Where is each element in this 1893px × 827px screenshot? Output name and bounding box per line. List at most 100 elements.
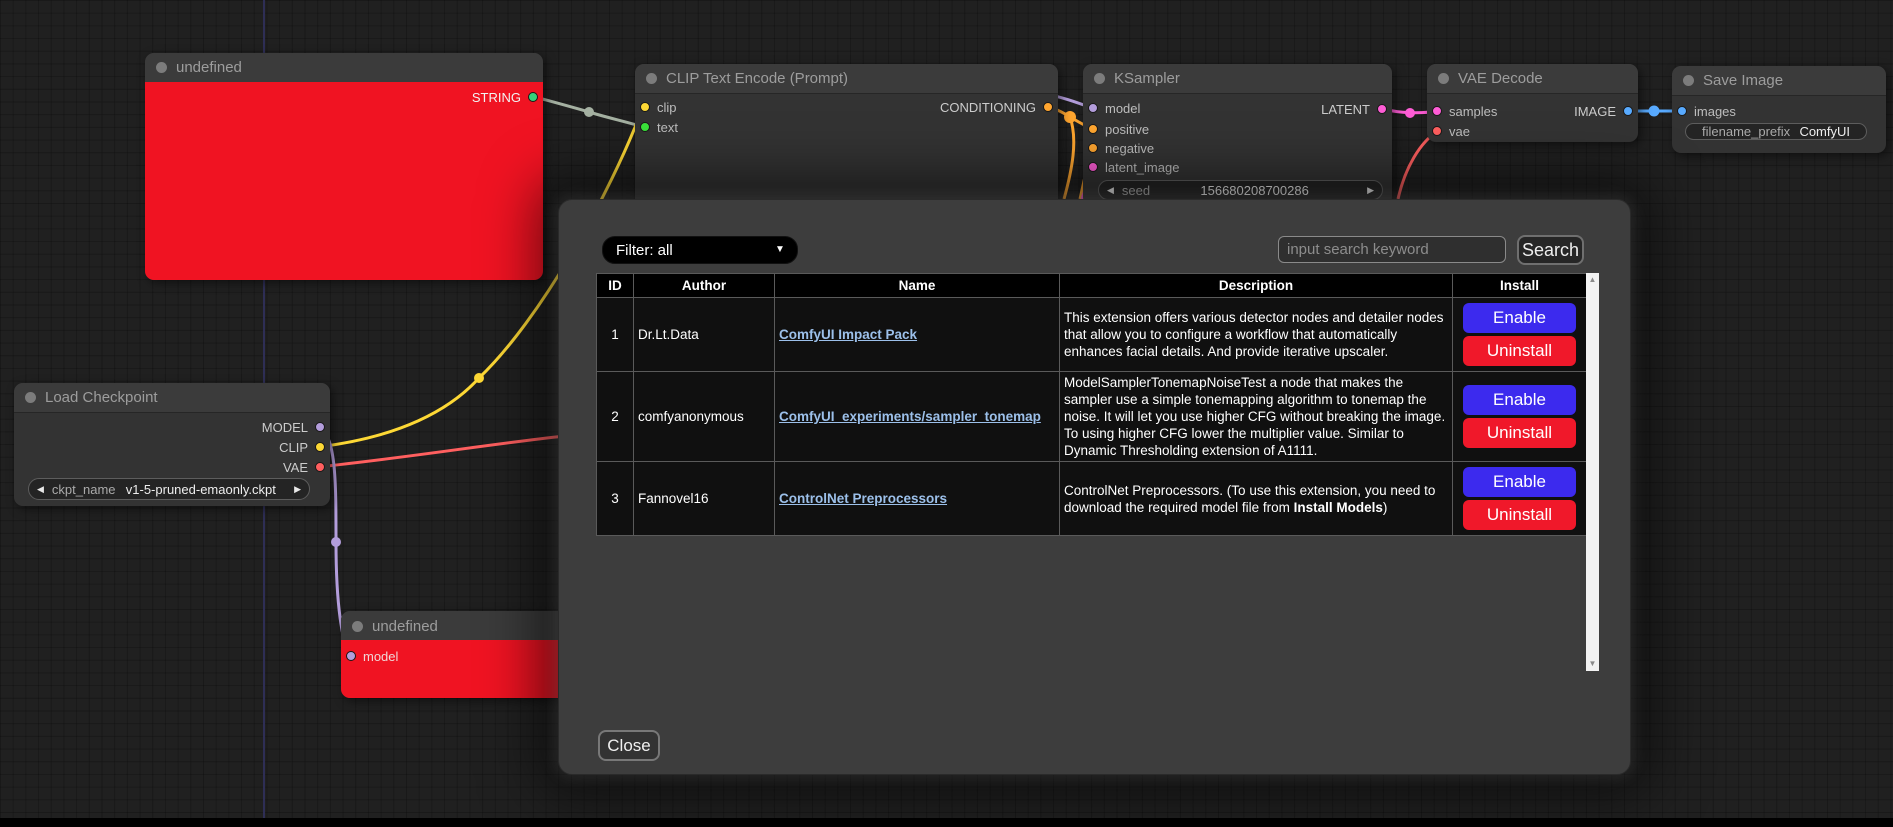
node-save-image[interactable]: Save Image images filename_prefix ComfyU…	[1672, 66, 1886, 153]
output-port-model[interactable]: MODEL	[262, 418, 325, 436]
output-port-latent[interactable]: LATENT	[1321, 100, 1387, 118]
port-dot-icon[interactable]	[315, 462, 325, 472]
node-header[interactable]: KSampler	[1083, 64, 1392, 94]
filter-select[interactable]: Filter: all	[602, 236, 798, 264]
extension-author: Dr.Lt.Data	[634, 298, 775, 372]
next-icon[interactable]: ▶	[286, 484, 309, 495]
port-dot-icon[interactable]	[640, 102, 650, 112]
port-dot-icon[interactable]	[528, 92, 538, 102]
node-title: CLIP Text Encode (Prompt)	[666, 70, 848, 87]
input-port-negative[interactable]: negative	[1088, 139, 1154, 157]
output-port-image[interactable]: IMAGE	[1574, 102, 1633, 120]
port-dot-icon[interactable]	[1677, 106, 1687, 116]
extension-link[interactable]: ComfyUI Impact Pack	[779, 327, 917, 342]
enable-button[interactable]: Enable	[1463, 303, 1576, 333]
node-ksampler[interactable]: KSampler model positive negative latent_…	[1083, 64, 1392, 206]
node-header[interactable]: CLIP Text Encode (Prompt)	[635, 64, 1058, 94]
column-header-id: ID	[597, 274, 634, 298]
node-vae-decode[interactable]: VAE Decode samples vae IMAGE	[1427, 64, 1638, 142]
extension-description: ControlNet Preprocessors. (To use this e…	[1060, 462, 1453, 536]
search-input[interactable]	[1278, 236, 1506, 263]
search-button[interactable]: Search	[1517, 235, 1584, 265]
widget-value[interactable]: v1-5-pruned-emaonly.ckpt	[116, 482, 287, 497]
increment-icon[interactable]: ▶	[1359, 185, 1382, 196]
collapse-dot-icon[interactable]	[1683, 75, 1694, 86]
collapse-dot-icon[interactable]	[646, 73, 657, 84]
extension-description: ModelSamplerTonemapNoiseTest a node that…	[1060, 372, 1453, 462]
node-undefined-bottom[interactable]: undefined model	[341, 611, 569, 698]
input-port-latent-image[interactable]: latent_image	[1088, 158, 1179, 176]
widget-value[interactable]: ComfyUI	[1799, 124, 1850, 139]
input-port-positive[interactable]: positive	[1088, 120, 1149, 138]
input-port-samples[interactable]: samples	[1432, 102, 1497, 120]
port-dot-icon[interactable]	[640, 122, 650, 132]
scrollbar-down-icon[interactable]: ▼	[1586, 659, 1599, 669]
node-title: Save Image	[1703, 72, 1783, 89]
node-header[interactable]: undefined	[341, 611, 569, 642]
port-dot-icon[interactable]	[346, 651, 356, 661]
port-dot-icon[interactable]	[1623, 106, 1633, 116]
extension-link[interactable]: ComfyUI_experiments/sampler_tonemap	[779, 409, 1041, 424]
widget-value[interactable]: 156680208700286	[1150, 183, 1359, 198]
collapse-dot-icon[interactable]	[352, 621, 363, 632]
input-port-clip[interactable]: clip	[640, 98, 677, 116]
output-port-string[interactable]: STRING	[472, 88, 538, 106]
port-dot-icon[interactable]	[1088, 124, 1098, 134]
enable-button[interactable]: Enable	[1463, 467, 1576, 497]
port-dot-icon[interactable]	[1088, 162, 1098, 172]
input-port-model[interactable]: model	[346, 647, 398, 665]
port-dot-icon[interactable]	[1088, 103, 1098, 113]
node-header[interactable]: VAE Decode	[1427, 64, 1638, 94]
port-dot-icon[interactable]	[1377, 104, 1387, 114]
install-cell: EnableUninstall	[1453, 462, 1587, 536]
uninstall-button[interactable]: Uninstall	[1463, 336, 1576, 366]
input-port-vae[interactable]: vae	[1432, 122, 1470, 140]
node-body	[145, 82, 543, 280]
decrement-icon[interactable]: ◀	[1099, 185, 1122, 196]
widget-name: seed	[1122, 183, 1150, 198]
extension-table-container: ID Author Name Description Install 1Dr.L…	[596, 273, 1599, 671]
output-port-clip[interactable]: CLIP	[279, 438, 325, 456]
port-dot-icon[interactable]	[1088, 143, 1098, 153]
close-button[interactable]: Close	[598, 730, 660, 761]
port-dot-icon[interactable]	[1432, 106, 1442, 116]
output-port-conditioning[interactable]: CONDITIONING	[940, 98, 1053, 116]
node-load-checkpoint[interactable]: Load Checkpoint MODEL CLIP VAE ◀ ckpt_na…	[14, 383, 330, 506]
previous-icon[interactable]: ◀	[29, 484, 52, 495]
scrollbar-up-icon[interactable]: ▲	[1586, 275, 1599, 285]
input-port-text[interactable]: text	[640, 118, 678, 136]
install-cell: EnableUninstall	[1453, 372, 1587, 462]
table-row: 1Dr.Lt.DataComfyUI Impact PackThis exten…	[597, 298, 1587, 372]
uninstall-button[interactable]: Uninstall	[1463, 418, 1576, 448]
table-header-row: ID Author Name Description Install	[597, 274, 1587, 298]
output-port-vae[interactable]: VAE	[283, 458, 325, 476]
port-dot-icon[interactable]	[315, 422, 325, 432]
extension-author: Fannovel16	[634, 462, 775, 536]
enable-button[interactable]: Enable	[1463, 385, 1576, 415]
extension-id: 3	[597, 462, 634, 536]
filename-prefix-widget[interactable]: filename_prefix ComfyUI	[1685, 123, 1867, 140]
ckpt-name-widget[interactable]: ◀ ckpt_name v1-5-pruned-emaonly.ckpt ▶	[28, 478, 310, 500]
extension-name-cell: ControlNet Preprocessors	[775, 462, 1060, 536]
extension-link[interactable]: ControlNet Preprocessors	[779, 491, 947, 506]
node-header[interactable]: Save Image	[1672, 66, 1886, 96]
scrollbar[interactable]: ▲ ▼	[1586, 273, 1599, 671]
collapse-dot-icon[interactable]	[25, 392, 36, 403]
port-dot-icon[interactable]	[315, 442, 325, 452]
collapse-dot-icon[interactable]	[1438, 73, 1449, 84]
input-port-model[interactable]: model	[1088, 99, 1140, 117]
node-header[interactable]: undefined	[145, 53, 543, 83]
node-undefined-top[interactable]: undefined STRING	[145, 53, 543, 280]
uninstall-button[interactable]: Uninstall	[1463, 500, 1576, 530]
collapse-dot-icon[interactable]	[156, 62, 167, 73]
node-header[interactable]: Load Checkpoint	[14, 383, 330, 413]
node-clip-text-encode[interactable]: CLIP Text Encode (Prompt) clip text COND…	[635, 64, 1058, 214]
extension-id: 2	[597, 372, 634, 462]
port-dot-icon[interactable]	[1432, 126, 1442, 136]
collapse-dot-icon[interactable]	[1094, 73, 1105, 84]
extension-name-cell: ComfyUI Impact Pack	[775, 298, 1060, 372]
widget-name: filename_prefix	[1702, 124, 1790, 139]
port-dot-icon[interactable]	[1043, 102, 1053, 112]
seed-widget[interactable]: ◀ seed 156680208700286 ▶	[1098, 180, 1383, 200]
input-port-images[interactable]: images	[1677, 102, 1736, 120]
